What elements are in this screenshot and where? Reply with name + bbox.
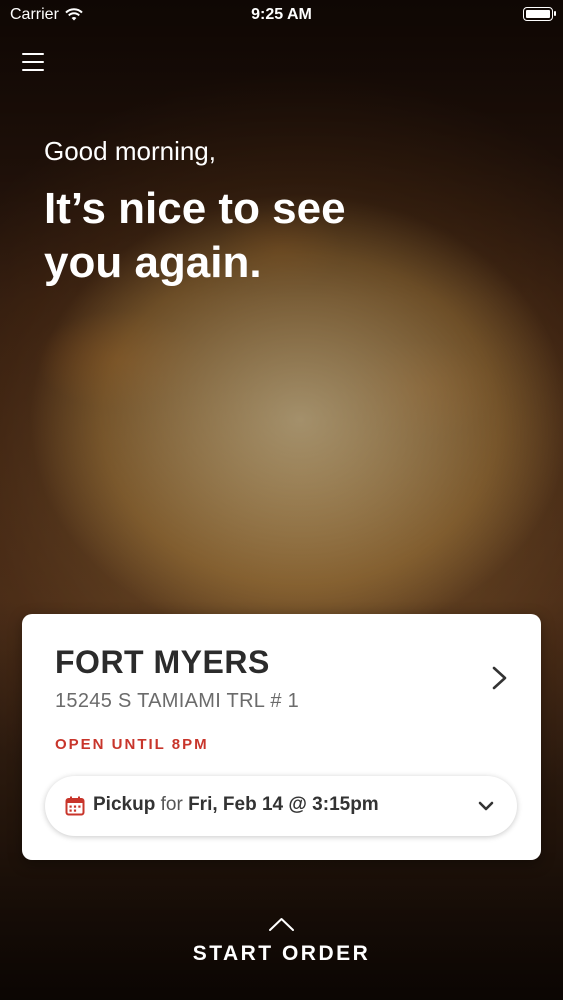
- calendar-icon: [65, 796, 85, 816]
- status-time: 9:25 AM: [251, 6, 312, 23]
- start-order-button[interactable]: START ORDER: [0, 910, 563, 990]
- headline-text: It’s nice to see you again.: [44, 184, 346, 287]
- location-address: 15245 S TAMIAMI TRL # 1: [55, 690, 300, 712]
- pickup-connector: for: [160, 794, 183, 815]
- location-select-row[interactable]: FORT MYERS 15245 S TAMIAMI TRL # 1 OPEN …: [22, 614, 541, 759]
- start-order-label: START ORDER: [192, 942, 371, 965]
- pickup-mode: Pickup: [93, 794, 156, 815]
- pickup-datetime: Fri, Feb 14 @ 3:15pm: [188, 794, 379, 815]
- greeting-text: Good morning,: [44, 136, 216, 166]
- menu-icon[interactable]: [22, 53, 44, 73]
- location-name: FORT MYERS: [55, 644, 270, 680]
- chevron-up-icon: [269, 918, 294, 931]
- battery-icon: [523, 7, 556, 21]
- home-screen: Carrier 9:25 AM Good morning, It’s nice …: [0, 0, 563, 1000]
- status-bar: Carrier 9:25 AM: [0, 0, 563, 30]
- location-card: FORT MYERS 15245 S TAMIAMI TRL # 1 OPEN …: [22, 614, 541, 860]
- chevron-down-icon: [478, 801, 494, 811]
- chevron-right-icon: [492, 666, 507, 690]
- location-hours-status: OPEN UNTIL 8PM: [55, 736, 209, 753]
- pickup-time-selector[interactable]: Pickup for Fri, Feb 14 @ 3:15pm: [45, 776, 517, 836]
- pickup-summary: Pickup for Fri, Feb 14 @ 3:15pm: [93, 794, 379, 816]
